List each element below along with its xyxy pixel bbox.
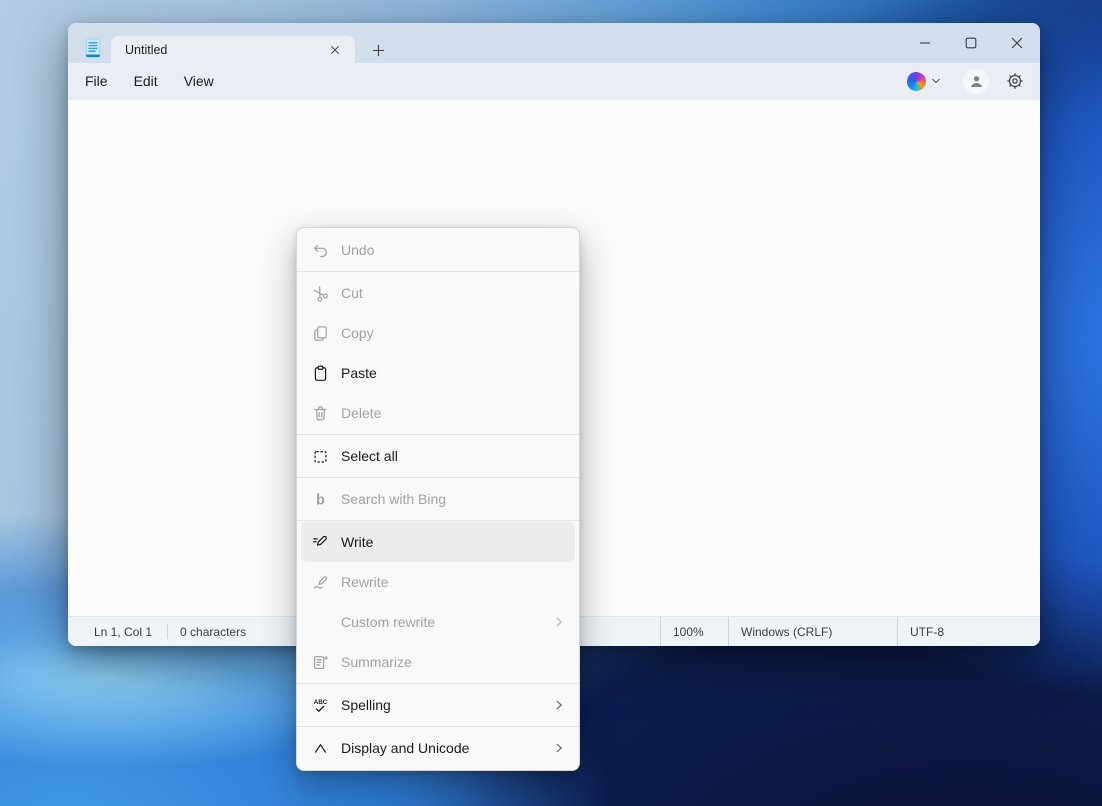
copilot-button[interactable]	[901, 69, 947, 94]
menu-item-label: Delete	[341, 405, 381, 421]
account-icon	[968, 73, 985, 90]
spelling-icon: ABC	[310, 695, 330, 715]
menu-bar-right	[901, 68, 1028, 94]
menu-item-label: Write	[341, 534, 373, 550]
menu-item-label: Copy	[341, 325, 374, 341]
maximize-icon	[965, 37, 977, 49]
menu-separator	[297, 271, 579, 272]
cursor-position: Ln 1, Col 1	[68, 625, 152, 639]
menu-item-delete: Delete	[301, 393, 575, 433]
chevron-down-icon	[931, 76, 941, 86]
menu-item-label: Display and Unicode	[341, 740, 469, 756]
write-icon	[310, 532, 330, 552]
menu-item-summarize: Summarize	[301, 642, 575, 682]
summarize-icon	[310, 652, 330, 672]
menu-item-custom-rewrite: Custom rewrite	[301, 602, 575, 642]
menu-view[interactable]: View	[171, 68, 227, 94]
menu-separator	[297, 683, 579, 684]
menu-file[interactable]: File	[72, 68, 121, 94]
close-button[interactable]	[994, 23, 1040, 63]
desktop-wallpaper: Untitled	[0, 0, 1102, 806]
chevron-right-icon	[553, 742, 565, 754]
menu-item-write[interactable]: Write	[301, 522, 575, 562]
chevron-right-icon	[553, 699, 565, 711]
line-endings: Windows (CRLF)	[728, 617, 897, 646]
no-icon	[310, 612, 330, 632]
close-icon	[1011, 37, 1023, 49]
menu-item-cut: Cut	[301, 273, 575, 313]
menu-bar-items: File Edit View	[72, 68, 227, 94]
title-bar: Untitled	[68, 23, 1040, 63]
chevron-right-icon	[553, 616, 565, 628]
menu-bar: File Edit View	[68, 63, 1040, 99]
menu-edit[interactable]: Edit	[121, 68, 171, 94]
menu-item-rewrite: Rewrite	[301, 562, 575, 602]
zoom-level: 100%	[660, 617, 728, 646]
close-icon	[330, 45, 340, 55]
menu-item-label: Select all	[341, 448, 398, 464]
character-count: 0 characters	[168, 625, 246, 639]
menu-item-spelling[interactable]: ABC Spelling	[301, 685, 575, 725]
select-all-icon	[310, 446, 330, 466]
menu-separator	[297, 726, 579, 727]
settings-button[interactable]	[1002, 68, 1028, 94]
tab-untitled[interactable]: Untitled	[111, 36, 355, 63]
menu-item-paste[interactable]: Paste	[301, 353, 575, 393]
display-unicode-icon	[310, 738, 330, 758]
menu-separator	[297, 434, 579, 435]
minimize-button[interactable]	[902, 23, 948, 63]
menu-item-label: Summarize	[341, 654, 412, 670]
rewrite-icon	[310, 572, 330, 592]
menu-item-label: Rewrite	[341, 574, 388, 590]
minimize-icon	[919, 37, 931, 49]
edit-context-menu: Undo Cut Copy	[296, 227, 580, 771]
menu-item-search-with-bing: b Search with Bing	[301, 479, 575, 519]
delete-icon	[310, 403, 330, 423]
menu-item-label: Undo	[341, 242, 374, 258]
menu-item-copy: Copy	[301, 313, 575, 353]
account-button[interactable]	[963, 68, 989, 94]
copilot-icon	[907, 72, 926, 91]
menu-item-undo: Undo	[301, 230, 575, 270]
settings-gear-icon	[1006, 72, 1024, 90]
tab-close-button[interactable]	[324, 39, 345, 60]
notepad-icon	[85, 37, 101, 59]
menu-item-label: Custom rewrite	[341, 614, 435, 630]
cut-icon	[310, 283, 330, 303]
paste-icon	[310, 363, 330, 383]
menu-item-select-all[interactable]: Select all	[301, 436, 575, 476]
undo-icon	[310, 240, 330, 260]
bing-icon: b	[310, 489, 330, 509]
menu-separator	[297, 520, 579, 521]
tab-title: Untitled	[125, 43, 167, 57]
menu-item-label: Search with Bing	[341, 491, 446, 507]
menu-item-label: Spelling	[341, 697, 391, 713]
svg-text:b: b	[316, 492, 325, 508]
encoding: UTF-8	[897, 617, 1040, 646]
copy-icon	[310, 323, 330, 343]
menu-item-label: Paste	[341, 365, 377, 381]
maximize-button[interactable]	[948, 23, 994, 63]
new-tab-button[interactable]	[366, 38, 390, 62]
plus-icon	[372, 44, 385, 57]
menu-item-label: Cut	[341, 285, 363, 301]
menu-separator	[297, 477, 579, 478]
menu-item-display-and-unicode[interactable]: Display and Unicode	[301, 728, 575, 768]
svg-text:ABC: ABC	[313, 699, 327, 706]
status-bar-right: 100% Windows (CRLF) UTF-8	[660, 617, 1040, 646]
window-controls	[902, 23, 1040, 63]
